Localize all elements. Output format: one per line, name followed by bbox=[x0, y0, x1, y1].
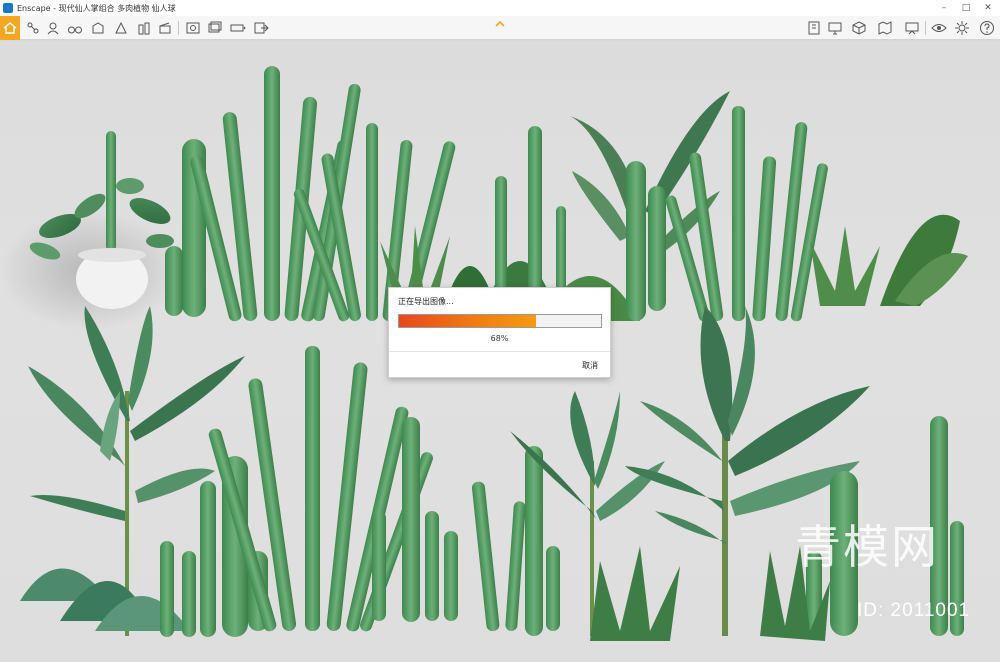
panorama-button[interactable] bbox=[229, 19, 247, 37]
bookmark-icon bbox=[808, 21, 820, 35]
gear-icon bbox=[955, 21, 969, 35]
eye-icon bbox=[931, 24, 947, 32]
binoculars-icon bbox=[68, 26, 82, 34]
toolbar-separator bbox=[178, 21, 179, 35]
buildings-button[interactable] bbox=[135, 19, 153, 37]
dialog-divider bbox=[389, 351, 610, 352]
batch-render-button[interactable] bbox=[206, 19, 224, 37]
watermark-id: ID: 2011001 bbox=[857, 600, 971, 621]
export-icon bbox=[254, 22, 269, 34]
map-marker-button[interactable] bbox=[112, 19, 130, 37]
help-icon bbox=[980, 21, 994, 35]
presentation-icon bbox=[905, 22, 919, 35]
views-button[interactable] bbox=[44, 19, 62, 37]
export-progress-dialog: 正在导出图像... 68% 取消 bbox=[388, 287, 611, 378]
progress-percent: 68% bbox=[490, 334, 509, 343]
screenshot-icon bbox=[186, 22, 200, 34]
clapper-icon bbox=[159, 22, 171, 34]
atlas-icon bbox=[878, 21, 892, 35]
bookmark-button[interactable] bbox=[805, 19, 823, 37]
views-icon bbox=[47, 22, 59, 35]
walk-mode-button[interactable] bbox=[24, 19, 42, 37]
progress-fill bbox=[399, 315, 537, 327]
home-button[interactable] bbox=[0, 16, 20, 40]
batch-render-icon bbox=[208, 21, 222, 33]
agave-shrub bbox=[810, 214, 968, 306]
agave-plant bbox=[590, 546, 680, 641]
presentation-button[interactable] bbox=[903, 19, 921, 37]
binoculars-button[interactable] bbox=[66, 19, 84, 37]
asset-library-icon bbox=[92, 22, 104, 34]
title-bar: Enscape - 现代仙人掌组合 多肉植物 仙人球 – □ ✕ bbox=[0, 0, 1000, 16]
progress-bar bbox=[398, 314, 602, 328]
watermark-logo: 青模网 bbox=[795, 520, 939, 574]
export-button[interactable] bbox=[252, 19, 270, 37]
maximize-button[interactable]: □ bbox=[955, 0, 977, 16]
toolbar-separator bbox=[925, 21, 926, 35]
monitor-icon bbox=[828, 22, 842, 35]
clapper-button[interactable] bbox=[156, 19, 174, 37]
screenshot-button[interactable] bbox=[184, 19, 202, 37]
monitor-button[interactable] bbox=[826, 19, 844, 37]
atlas-button[interactable] bbox=[876, 19, 894, 37]
enscape-logo-icon bbox=[3, 3, 13, 13]
cube-button[interactable] bbox=[850, 19, 868, 37]
settings-button[interactable] bbox=[953, 19, 971, 37]
cube-icon bbox=[852, 21, 866, 35]
candelabra-cactus bbox=[372, 417, 458, 622]
close-button[interactable]: ✕ bbox=[977, 0, 999, 16]
collapse-toolbar-button[interactable] bbox=[492, 19, 508, 29]
map-marker-icon bbox=[115, 21, 127, 34]
cancel-button[interactable]: 取消 bbox=[582, 360, 598, 371]
home-icon bbox=[3, 22, 17, 34]
dialog-title: 正在导出图像... bbox=[398, 297, 454, 306]
panorama-icon bbox=[230, 24, 246, 32]
visibility-button[interactable] bbox=[930, 19, 948, 37]
walk-mode-icon bbox=[27, 22, 39, 34]
help-button[interactable] bbox=[978, 19, 996, 37]
window-title: Enscape - 现代仙人掌组合 多肉植物 仙人球 bbox=[17, 3, 176, 13]
fan-cactus bbox=[471, 446, 560, 636]
buildings-icon bbox=[138, 22, 150, 35]
chevron-up-icon bbox=[495, 20, 505, 27]
minimize-button[interactable]: – bbox=[933, 0, 955, 16]
asset-library-button[interactable] bbox=[89, 19, 107, 37]
